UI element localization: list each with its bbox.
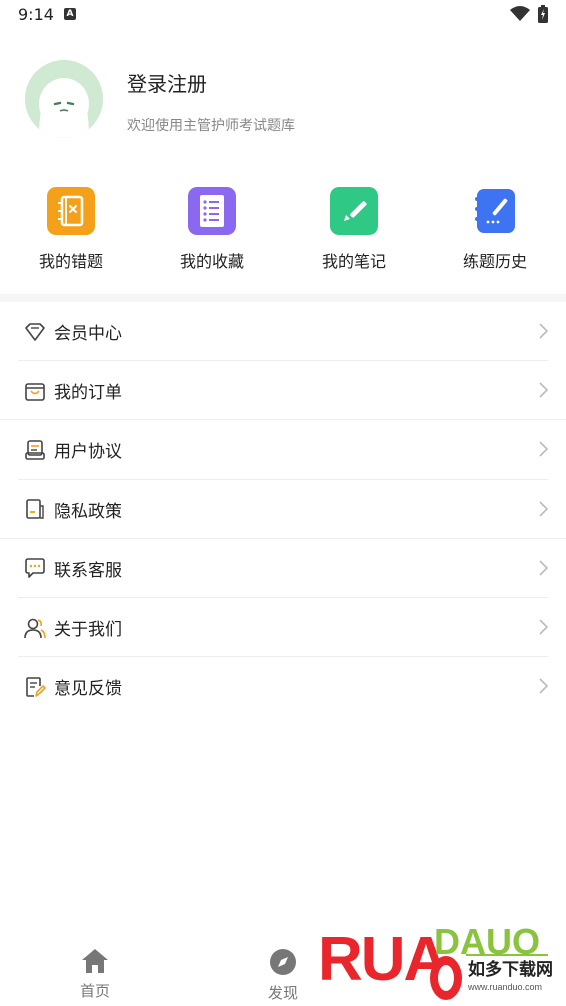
status-time: 9:14: [18, 5, 54, 24]
ruanduo-watermark-logo: RUA DAUO 如多下载网 www.ruanduo.com: [316, 912, 566, 1006]
menu-item-feedback[interactable]: 意见反馈: [0, 657, 566, 716]
menu-item-contact-support[interactable]: 联系客服: [0, 539, 566, 598]
agreement-icon: [24, 439, 46, 461]
svg-text:RUA: RUA: [318, 925, 448, 994]
diamond-icon: [24, 321, 46, 343]
history-notebook-icon: [475, 189, 515, 233]
chevron-right-icon: [539, 441, 548, 457]
section-divider: [0, 294, 566, 302]
avatar[interactable]: [25, 60, 103, 138]
status-bar: 9:14 A: [0, 0, 566, 30]
error-book-icon: [47, 187, 95, 235]
menu-item-membership[interactable]: 会员中心: [0, 302, 566, 362]
tab-label: 首页: [79, 982, 110, 1000]
feedback-edit-icon: [24, 676, 46, 698]
avatar-face-icon: [25, 60, 103, 138]
compass-icon: [270, 949, 296, 975]
quick-label: 我的收藏: [179, 252, 244, 271]
quick-actions: 我的错题 我的收藏 我的笔记 练题历史: [0, 185, 566, 285]
svg-text:如多下载网: 如多下载网: [468, 959, 553, 979]
menu-item-label: 会员中心: [54, 324, 122, 345]
menu-item-label: 意见反馈: [54, 679, 122, 700]
menu-item-label: 我的订单: [54, 383, 122, 404]
my-favorites-button[interactable]: 我的收藏: [152, 185, 272, 275]
menu-item-privacy-policy[interactable]: 隐私政策: [0, 480, 566, 539]
menu-item-about-us[interactable]: 关于我们: [0, 598, 566, 658]
chevron-right-icon: [539, 560, 548, 576]
menu-item-orders[interactable]: 我的订单: [0, 361, 566, 421]
svg-text:www.ruanduo.com: www.ruanduo.com: [467, 982, 542, 992]
welcome-subtitle: 欢迎使用主管护师考试题库: [127, 118, 295, 134]
quick-label: 我的笔记: [321, 252, 386, 271]
chevron-right-icon: [539, 382, 548, 398]
chevron-right-icon: [539, 323, 548, 339]
settings-menu: 会员中心 我的订单 用户协议 隐私政策 联系客服 关于我们 意见反馈: [0, 302, 566, 716]
battery-icon: [538, 5, 548, 23]
chevron-right-icon: [539, 619, 548, 635]
tab-discover[interactable]: 发现: [238, 948, 328, 1003]
profile-header[interactable]: 登录注册 欢迎使用主管护师考试题库: [0, 52, 566, 152]
practice-history-button[interactable]: 练题历史: [435, 185, 555, 275]
home-icon: [82, 949, 108, 973]
shopping-bag-icon: [24, 380, 46, 402]
privacy-doc-icon: [24, 498, 46, 520]
menu-item-user-agreement[interactable]: 用户协议: [0, 420, 566, 480]
menu-item-label: 用户协议: [54, 442, 122, 463]
notification-a-icon: A: [64, 8, 76, 20]
tab-home[interactable]: 首页: [50, 948, 140, 1001]
tab-label: 发现: [267, 984, 298, 1002]
favorites-list-icon: [188, 187, 236, 235]
menu-item-label: 隐私政策: [54, 501, 122, 522]
login-register-link[interactable]: 登录注册: [127, 68, 207, 97]
note-pen-icon: [330, 187, 378, 235]
menu-item-label: 关于我们: [54, 620, 122, 641]
users-icon: [24, 617, 46, 639]
quick-label: 我的错题: [38, 252, 103, 271]
quick-label: 练题历史: [462, 252, 527, 271]
chevron-right-icon: [539, 678, 548, 694]
my-notes-button[interactable]: 我的笔记: [294, 185, 414, 275]
wifi-icon: [510, 6, 530, 21]
chat-bubble-icon: [24, 557, 46, 579]
menu-item-label: 联系客服: [54, 560, 122, 581]
my-mistakes-button[interactable]: 我的错题: [11, 185, 131, 275]
chevron-right-icon: [539, 500, 548, 517]
